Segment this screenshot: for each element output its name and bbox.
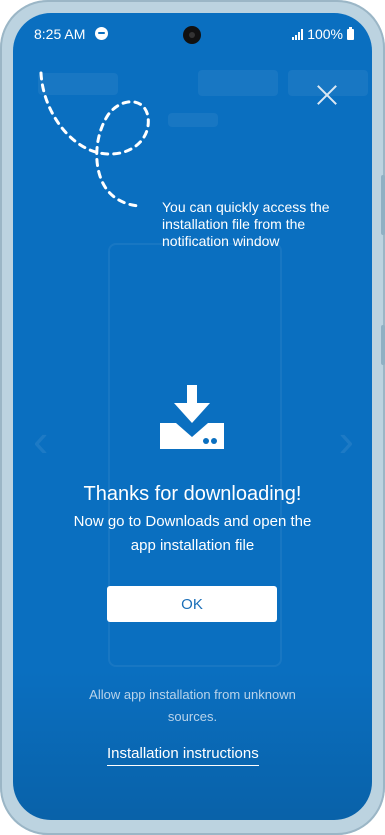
download-icon bbox=[160, 385, 224, 449]
volume-button bbox=[381, 175, 385, 235]
instructions-text: Now go to Downloads and open the app ins… bbox=[73, 513, 312, 554]
ok-button[interactable]: OK bbox=[107, 586, 277, 622]
unknown-sources-note: Allow app installation from unknown sour… bbox=[89, 687, 296, 724]
power-button bbox=[381, 325, 385, 365]
page-title: Thanks for downloading! bbox=[83, 483, 302, 505]
notification-hint: You can quickly access the installation … bbox=[162, 199, 330, 249]
close-icon[interactable] bbox=[316, 84, 338, 106]
installation-instructions-link[interactable]: Installation instructions bbox=[107, 745, 259, 766]
screen: ‹ › 8:25 AM 100% You can quickly access … bbox=[13, 13, 372, 820]
phone-frame: ‹ › 8:25 AM 100% You can quickly access … bbox=[0, 0, 385, 835]
